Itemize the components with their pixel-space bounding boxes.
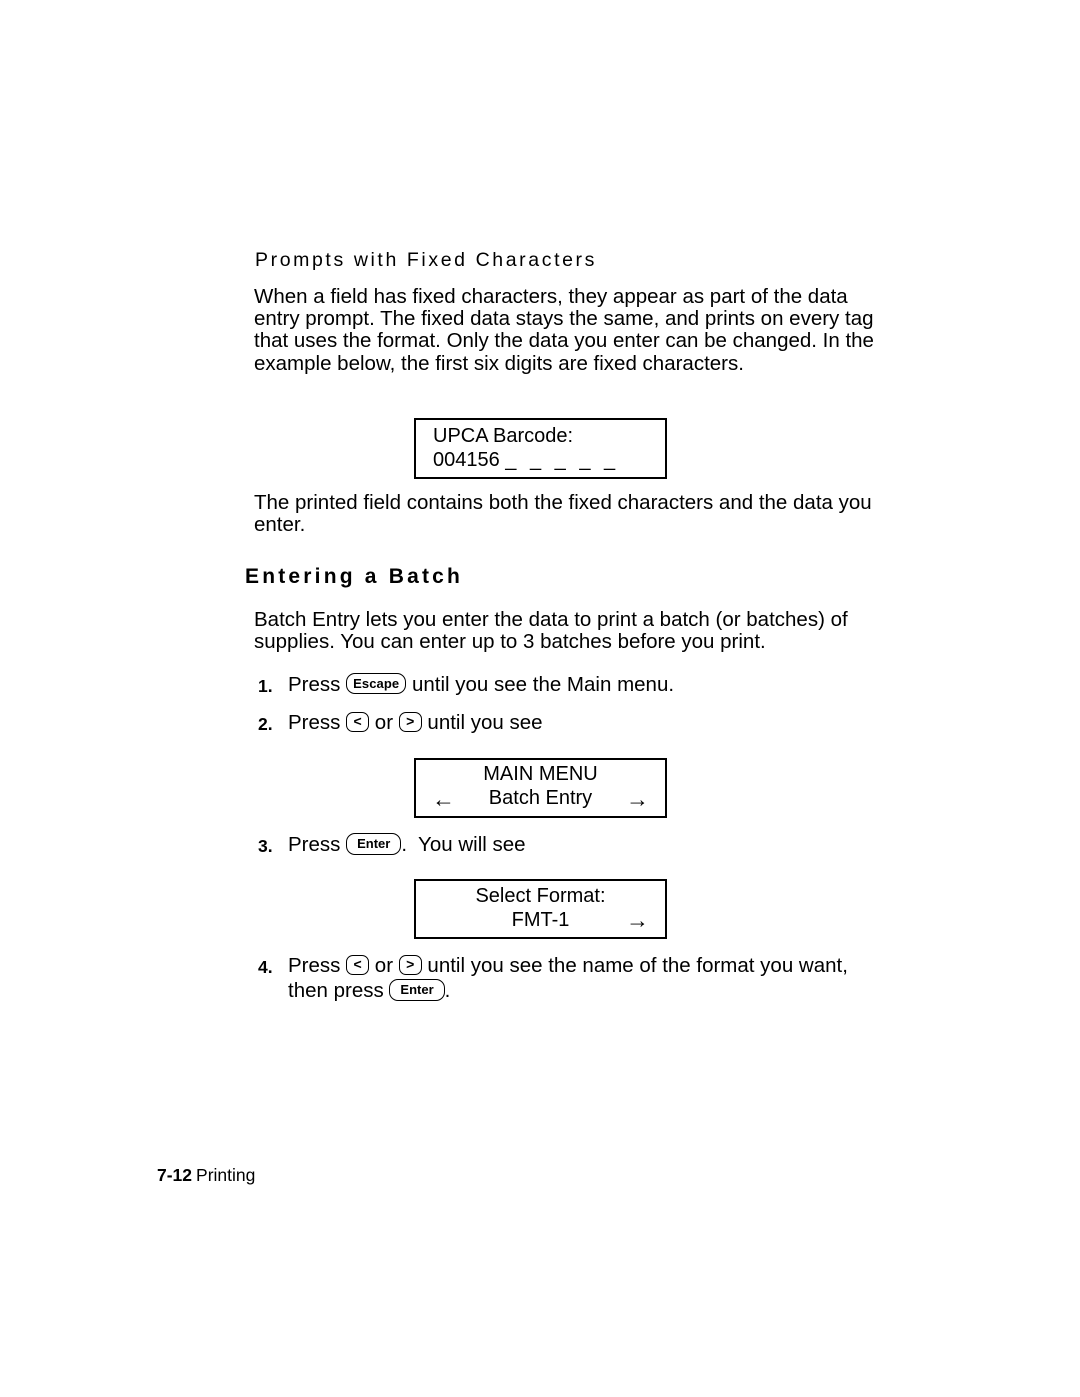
step-2-text-before: Press — [288, 711, 347, 734]
lcd-main-menu-title: MAIN MENU — [483, 763, 598, 785]
step-3: 3. Press Enter. You will see — [258, 832, 526, 858]
step-1-number: 1. — [258, 676, 273, 696]
step-3-number: 3. — [258, 836, 273, 856]
enter-key[interactable]: Enter — [389, 978, 445, 1001]
lcd-upca-line2: 004156 _ _ _ _ _ — [433, 448, 619, 472]
left-arrow-key[interactable]: < — [346, 711, 370, 732]
step-4-text-mid: or — [369, 954, 399, 977]
paragraph-batch-entry: Batch Entry lets you enter the data to p… — [254, 608, 899, 654]
step-4-number: 4. — [258, 957, 273, 977]
lcd-select-format-title: Select Format: — [475, 885, 606, 907]
lcd-display-select-format: Select Format: FMT-1 → — [414, 879, 667, 939]
step-1-text-before: Press — [288, 673, 347, 696]
enter-key[interactable]: Enter — [346, 832, 402, 855]
right-arrow-key[interactable]: > — [398, 711, 422, 732]
step-2-line: Press < or > until you see — [288, 711, 543, 734]
step-3-text-after: . You will see — [401, 833, 526, 856]
paragraph-fixed-characters: When a field has fixed characters, they … — [254, 285, 894, 375]
right-arrow-key[interactable]: > — [398, 954, 422, 975]
lcd-display-upca-barcode: UPCA Barcode: 004156 _ _ _ _ _ — [414, 418, 667, 479]
step-4-line2-text-before: then press — [288, 979, 390, 1002]
step-3-line: Press Enter. You will see — [288, 832, 526, 856]
step-4: 4. Press < or > until you see the name o… — [258, 954, 848, 1002]
left-arrow-key[interactable]: < — [346, 954, 370, 975]
escape-key[interactable]: Escape — [346, 673, 407, 694]
paragraph-printed-field: The printed field contains both the fixe… — [254, 491, 894, 537]
section-heading-entering-a-batch: Entering a Batch — [245, 565, 464, 588]
paragraph-text: When a field has fixed characters, they … — [254, 285, 874, 375]
step-4-text-after: until you see the name of the format you… — [421, 954, 848, 977]
lcd-upca-blank-positions: _ _ _ _ _ — [505, 449, 620, 471]
step-3-text-before: Press — [288, 833, 347, 856]
footer-chapter-name: Printing — [196, 1165, 256, 1185]
lcd-upca-fixed-value: 004156 — [433, 449, 506, 471]
step-4-body: Press < or > until you see the name of t… — [288, 954, 848, 1002]
step-3-body: Press Enter. You will see — [288, 832, 526, 856]
paragraph-text: The printed field contains both the fixe… — [254, 491, 872, 537]
step-2-body: Press < or > until you see — [288, 711, 543, 734]
step-2: 2. Press < or > until you see — [258, 711, 543, 736]
step-2-number: 2. — [258, 714, 273, 734]
right-arrow-icon: → — [626, 786, 649, 812]
step-2-text-after: until you see — [421, 711, 543, 734]
lcd-inner: UPCA Barcode: 004156 _ _ _ _ _ — [416, 420, 665, 477]
subsection-heading: Prompts with Fixed Characters — [255, 249, 597, 271]
step-1-body: Press Escape until you see the Main menu… — [288, 673, 674, 696]
lcd-upca-line1: UPCA Barcode: — [433, 425, 574, 447]
step-4-line2-text-after: . — [444, 979, 451, 1002]
lcd-inner: Select Format: FMT-1 → — [416, 881, 665, 937]
document-page: Prompts with Fixed Characters When a fie… — [0, 0, 1080, 1397]
step-1: 1. Press Escape until you see the Main m… — [258, 673, 674, 698]
lcd-inner: MAIN MENU Batch Entry ← → — [416, 760, 665, 816]
step-2-text-mid: or — [369, 711, 399, 734]
left-arrow-icon: ← — [432, 786, 455, 812]
paragraph-text: Batch Entry lets you enter the data to p… — [254, 608, 848, 654]
step-1-text-after: until you see the Main menu. — [406, 673, 675, 696]
page-footer: 7-12 Printing — [157, 1165, 255, 1186]
step-4-line-1: Press < or > until you see the name of t… — [288, 954, 848, 977]
step-1-line: Press Escape until you see the Main menu… — [288, 673, 674, 696]
step-4-line-2: then press Enter. — [288, 978, 848, 1002]
right-arrow-icon: → — [626, 907, 649, 933]
lcd-display-main-menu: MAIN MENU Batch Entry ← → — [414, 758, 667, 818]
step-4-text-before: Press — [288, 954, 347, 977]
footer-page-number: 7-12 — [157, 1165, 193, 1185]
